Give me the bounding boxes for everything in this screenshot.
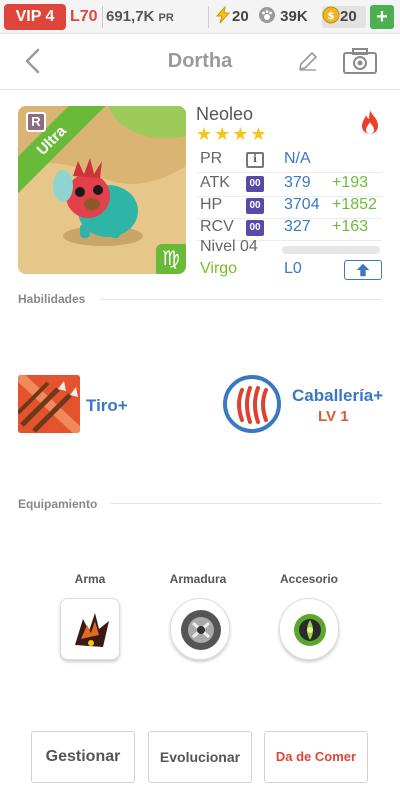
skill-level: LV 1: [318, 408, 349, 425]
equipment-slot-label: Accesorio: [279, 572, 339, 586]
level-row: Nivel 04: [196, 238, 386, 260]
star-rating: ★★★★: [196, 124, 269, 144]
stat-badge-icon: 00: [246, 198, 264, 214]
arrow-up-icon[interactable]: [344, 260, 382, 280]
claw-weapon-icon: [75, 613, 109, 647]
status-bar: VIP 4 L70 691,7K PR 20 39K $20 +: [0, 0, 400, 34]
evolve-button[interactable]: Evolucionar: [148, 731, 252, 783]
zodiac-row: Virgo L0: [196, 260, 386, 282]
vip-badge[interactable]: VIP 4: [4, 4, 66, 30]
claw-marks-icon[interactable]: [222, 374, 282, 434]
skill-name: Caballería+: [292, 386, 384, 405]
skill-arrows-icon[interactable]: [18, 375, 80, 433]
paws-counter[interactable]: 39K: [258, 4, 308, 30]
add-currency-button[interactable]: +: [370, 5, 394, 29]
svg-text:$: $: [328, 11, 335, 22]
stat-row-hp: HP 00 3704 +1852: [196, 196, 386, 218]
stat-bonus: +193: [332, 174, 369, 191]
monster-species: Neoleo: [196, 104, 254, 124]
page-header: Dortha: [0, 34, 400, 90]
stat-value: N/A: [284, 150, 311, 167]
camera-icon[interactable]: [342, 46, 378, 76]
stat-label: HP: [200, 196, 223, 213]
monster-portrait[interactable]: R Ultra ♍: [18, 106, 186, 274]
stat-row-rcv: RCV 00 327 +163: [196, 218, 386, 240]
xp-progress-bar: [282, 246, 380, 254]
skill-name: Tiro+: [86, 396, 128, 415]
equipment-slot-label: Arma: [74, 572, 106, 586]
armor-slot[interactable]: [170, 598, 230, 660]
zodiac-name: Virgo: [200, 260, 238, 277]
total-pr-unit: PR: [158, 12, 174, 24]
stat-value: 379: [284, 174, 311, 191]
player-level: L70: [70, 8, 98, 25]
stat-badge-icon: 00: [246, 220, 264, 236]
stat-value: 3704: [284, 196, 320, 213]
stat-label: RCV: [200, 218, 234, 235]
fire-icon: [362, 110, 378, 134]
skill-arrows-illustration: [18, 375, 80, 433]
stat-bonus: +163: [332, 218, 369, 235]
stat-value: 327: [284, 218, 311, 235]
stat-label: PR: [200, 150, 223, 167]
accessory-slot[interactable]: [279, 598, 339, 660]
total-pr-value: 691,7K: [106, 8, 155, 25]
divider: [102, 6, 103, 28]
divider: [196, 172, 382, 173]
equipment-section-title: Equipamiento: [18, 497, 98, 511]
coins-value: 20: [340, 8, 357, 25]
skills-section-title: Habilidades: [18, 292, 86, 306]
feed-button[interactable]: Da de Comer: [264, 731, 368, 783]
stat-badge-icon: 00: [246, 176, 264, 192]
equipment-slot-label: Armadura: [169, 572, 227, 586]
weapon-slot[interactable]: [60, 598, 120, 660]
green-amulet-icon: [294, 614, 326, 646]
stat-label: ATK: [200, 174, 230, 191]
page-title: Dortha: [167, 50, 233, 72]
stat-bonus: +1852: [332, 196, 377, 213]
stat-row-atk: ATK 00 379 +193: [196, 174, 386, 196]
energy-counter[interactable]: 20: [214, 4, 249, 30]
coin-icon: $: [322, 6, 340, 24]
energy-value: 20: [232, 8, 249, 25]
manage-button[interactable]: Gestionar: [31, 731, 135, 783]
level-label: Nivel 04: [200, 238, 258, 255]
coins-counter[interactable]: $20: [322, 4, 357, 30]
divider: [100, 299, 382, 300]
limit-level: L0: [284, 260, 302, 277]
divider: [208, 6, 209, 28]
pencil-icon[interactable]: [296, 49, 320, 73]
divider: [110, 503, 382, 504]
paws-value: 39K: [280, 8, 308, 25]
rarity-badge: R: [26, 112, 46, 132]
stat-row-pr: PR i N/A: [196, 150, 386, 172]
shield-armor-icon: [181, 610, 221, 650]
total-pr: 691,7K PR: [106, 4, 174, 30]
info-icon[interactable]: i: [246, 152, 264, 168]
paw-icon: [259, 7, 275, 23]
lightning-icon: [215, 6, 231, 24]
zodiac-virgo-icon: ♍: [156, 244, 186, 274]
